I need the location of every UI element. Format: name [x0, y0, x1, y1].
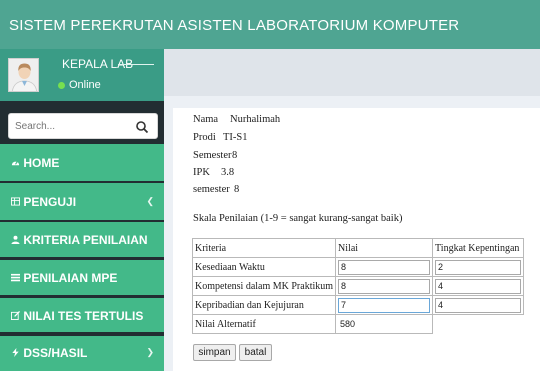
- kriteria-cell: Kompetensi dalam MK Praktikum: [191, 276, 337, 296]
- sidebar-search: [8, 113, 158, 139]
- content-header: [164, 49, 540, 96]
- sidebar-item-label: HOME: [11, 156, 59, 170]
- save-button[interactable]: simpan: [193, 344, 236, 361]
- semester2-label: semester: [193, 184, 230, 195]
- sidebar-item-kriteria-penilaian[interactable]: KRITERIA PENILAIAN: [0, 222, 164, 257]
- kriteria-cell: Kepribadian dan Kejujuran: [191, 295, 337, 315]
- ipk-label: IPK: [193, 167, 210, 178]
- scale-description: Skala Penilaian (1-9 = sangat kurang-san…: [193, 213, 403, 224]
- table-row: Kesediaan Waktu: [191, 257, 525, 277]
- user-name-underline: [118, 64, 154, 65]
- cancel-button[interactable]: batal: [239, 344, 272, 361]
- dashboard-icon: [11, 161, 20, 166]
- alternatif-value: [338, 316, 431, 332]
- chevron-down-icon: ❯: [146, 347, 154, 357]
- table-row: Kompetensi dalam MK Praktikum: [191, 276, 525, 296]
- table-row: Kepribadian dan Kejujuran: [191, 295, 525, 315]
- ipk-value: 3.8: [221, 167, 235, 178]
- tingkat-cell: [432, 257, 525, 277]
- chevron-left-icon: ❮: [146, 196, 154, 206]
- user-avatar-icon: [9, 59, 38, 91]
- nilai-cell: [335, 257, 434, 277]
- semester-value: 8: [232, 150, 238, 161]
- user-status: Online: [58, 79, 101, 91]
- sidebar-item-penilaian-mpe[interactable]: PENILAIAN MPE: [0, 260, 164, 295]
- search-icon[interactable]: [134, 119, 150, 135]
- edit-icon: [11, 311, 20, 320]
- sidebar-item-nilai-tes-tertulis[interactable]: NILAI TES TERTULIS: [0, 298, 164, 332]
- user-icon: [11, 235, 20, 244]
- column-header-nilai: Nilai: [335, 238, 434, 258]
- tingkat-input[interactable]: [435, 297, 522, 313]
- table-icon: [11, 197, 20, 206]
- tingkat-cell: [432, 295, 525, 315]
- sidebar-item-label: DSS/HASIL: [11, 346, 87, 360]
- nilai-cell: [335, 295, 434, 315]
- nama-label: Nama: [193, 114, 219, 125]
- nilai-input[interactable]: [338, 297, 431, 313]
- alternatif-label-cell: Nilai Alternatif: [191, 314, 337, 334]
- search-input[interactable]: [15, 118, 125, 135]
- alternatif-value-cell: [335, 314, 434, 334]
- app-header: SISTEM PEREKRUTAN ASISTEN LABORATORIUM K…: [0, 0, 540, 49]
- sidebar-item-penguji[interactable]: PENGUJI ❮: [0, 183, 164, 220]
- tingkat-cell: [432, 276, 525, 296]
- nilai-input[interactable]: [338, 259, 431, 275]
- nilai-cell: [335, 276, 434, 296]
- sidebar-item-dss-hasil[interactable]: DSS/HASIL ❯: [0, 336, 164, 371]
- sidebar-item-label: NILAI TES TERTULIS: [11, 309, 143, 323]
- sidebar-item-home[interactable]: HOME: [0, 144, 164, 181]
- tingkat-input[interactable]: [435, 278, 522, 294]
- semester2-value: 8: [234, 184, 240, 195]
- tingkat-input[interactable]: [435, 259, 522, 275]
- prodi-value: TI-S1: [223, 132, 248, 143]
- table-row-alternatif: Nilai Alternatif: [191, 314, 524, 334]
- column-header-kriteria: Kriteria: [191, 238, 337, 258]
- prodi-label: Prodi: [193, 132, 216, 143]
- avatar: [8, 58, 39, 92]
- sidebar-item-label: PENGUJI: [11, 195, 76, 209]
- table-header-row: Kriteria Nilai Tingkat Kepentingan: [191, 238, 525, 258]
- list-icon: [11, 273, 20, 282]
- user-status-label: Online: [69, 79, 101, 91]
- nilai-input[interactable]: [338, 278, 431, 294]
- online-status-icon: [58, 81, 65, 89]
- app-title: SISTEM PEREKRUTAN ASISTEN LABORATORIUM K…: [9, 17, 460, 34]
- criteria-table: Kriteria Nilai Tingkat Kepentingan Kesed…: [191, 238, 525, 334]
- user-panel: KEPALA LAB Online: [0, 49, 164, 101]
- semester-label: Semester: [193, 150, 232, 161]
- lightning-icon: [12, 348, 19, 357]
- sidebar-item-label: KRITERIA PENILAIAN: [11, 233, 148, 247]
- nama-value: Nurhalimah: [230, 114, 281, 125]
- kriteria-cell: Kesediaan Waktu: [191, 257, 337, 277]
- sidebar-item-label: PENILAIAN MPE: [11, 271, 117, 285]
- column-header-tingkat: Tingkat Kepentingan: [432, 238, 525, 258]
